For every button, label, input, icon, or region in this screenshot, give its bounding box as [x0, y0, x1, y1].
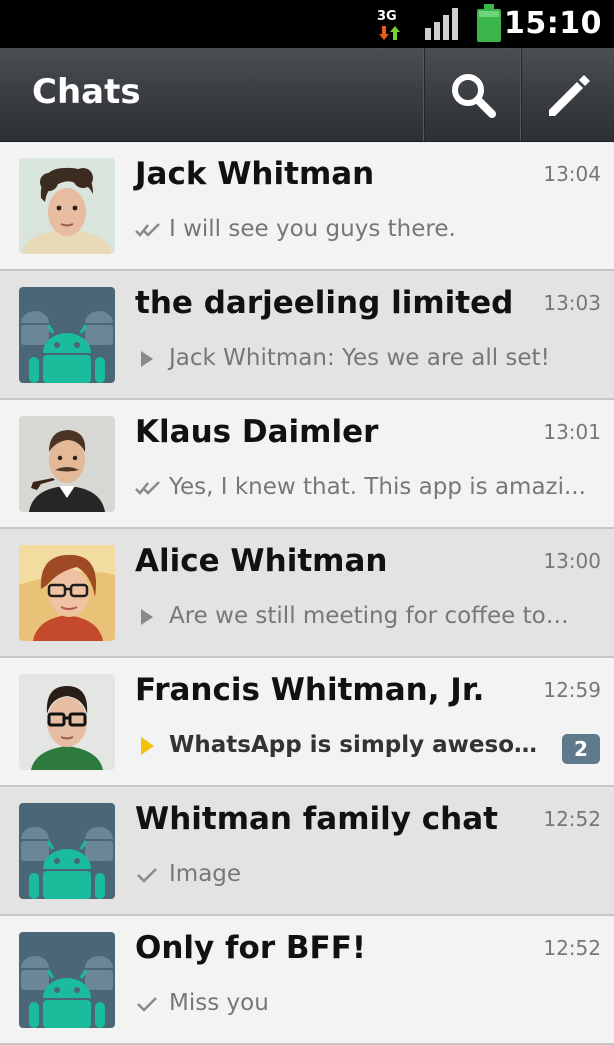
chat-preview: Are we still meeting for coffee tom... — [135, 603, 590, 629]
action-bar: Chats — [0, 48, 614, 143]
compose-icon — [549, 75, 590, 116]
search-icon — [452, 74, 496, 118]
alice-photo-avatar[interactable] — [19, 545, 115, 641]
chat-name: Whitman family chat — [135, 801, 498, 837]
chat-row[interactable]: Alice Whitman 13:00 Are we still meeting… — [0, 529, 614, 658]
chat-row[interactable]: Klaus Daimler 13:01 Yes, I knew that. Th… — [0, 400, 614, 529]
chat-preview-text: Jack Whitman: Yes we are all set! — [169, 345, 550, 371]
chat-preview: Jack Whitman: Yes we are all set! — [135, 345, 590, 371]
chat-time: 13:03 — [543, 291, 601, 315]
page-title: Chats — [32, 72, 141, 112]
signal-icon — [425, 8, 458, 40]
chat-row[interactable]: Whitman family chat 12:52 Image — [0, 787, 614, 916]
status-time: 15:10 — [504, 6, 602, 41]
chat-time: 13:01 — [543, 420, 601, 444]
chat-name: Alice Whitman — [135, 543, 388, 579]
chat-name: Klaus Daimler — [135, 414, 379, 450]
chat-time: 12:59 — [543, 678, 601, 702]
chat-list: Jack Whitman 13:04 I will see you guys t… — [0, 142, 614, 1045]
chat-row[interactable]: Only for BFF! 12:52 Miss you — [0, 916, 614, 1045]
chat-time: 12:52 — [543, 807, 601, 831]
klaus-photo-avatar[interactable] — [19, 416, 115, 512]
chat-preview-text: Image — [169, 861, 242, 887]
unread-count-badge: 2 — [562, 734, 600, 764]
chat-preview: Miss you — [135, 990, 590, 1016]
search-button[interactable] — [423, 48, 520, 141]
chat-name: Only for BFF! — [135, 930, 367, 966]
double-check-icon — [135, 222, 160, 237]
chat-row[interactable]: Jack Whitman 13:04 I will see you guys t… — [0, 142, 614, 271]
android-group-avatar[interactable] — [19, 803, 115, 899]
double-check-icon — [135, 480, 160, 495]
chat-preview-text: WhatsApp is simply awesome. — [169, 732, 545, 758]
chat-time: 13:00 — [543, 549, 601, 573]
chat-name: Francis Whitman, Jr. — [135, 672, 485, 708]
chat-name: the darjeeling limited — [135, 285, 514, 321]
android-group-avatar[interactable] — [19, 932, 115, 1028]
chat-time: 13:04 — [543, 162, 601, 186]
chat-preview-text: Yes, I knew that. This app is amazi... — [169, 474, 586, 500]
chat-preview-text: Miss you — [169, 990, 269, 1016]
play-arrow-icon — [141, 350, 153, 367]
android-group-avatar[interactable] — [19, 287, 115, 383]
play-arrow-icon — [141, 608, 153, 625]
compose-button[interactable] — [520, 48, 614, 141]
chat-row[interactable]: Francis Whitman, Jr. 12:59 WhatsApp is s… — [0, 658, 614, 787]
chat-preview-text: Are we still meeting for coffee tom... — [169, 603, 590, 629]
unread-arrow-icon — [141, 736, 154, 755]
chat-name: Jack Whitman — [135, 156, 375, 192]
chat-row[interactable]: the darjeeling limited 13:03 Jack Whitma… — [0, 271, 614, 400]
single-check-icon — [137, 867, 157, 883]
chat-preview: Image — [135, 861, 590, 887]
single-check-icon — [137, 996, 157, 1012]
chat-preview: Yes, I knew that. This app is amazi... — [135, 474, 590, 500]
francis-photo-avatar[interactable] — [19, 674, 115, 770]
battery-icon — [477, 4, 501, 42]
jack-photo-avatar[interactable] — [19, 158, 115, 254]
chat-preview: I will see you guys there. — [135, 216, 590, 242]
chat-time: 12:52 — [543, 936, 601, 960]
svg-text:3G: 3G — [377, 9, 397, 24]
chat-preview: WhatsApp is simply awesome. — [135, 732, 545, 758]
network-3g-icon: 3G — [377, 9, 400, 40]
chat-preview-text: I will see you guys there. — [169, 216, 456, 242]
status-bar: 3G 15:10 — [0, 0, 614, 48]
